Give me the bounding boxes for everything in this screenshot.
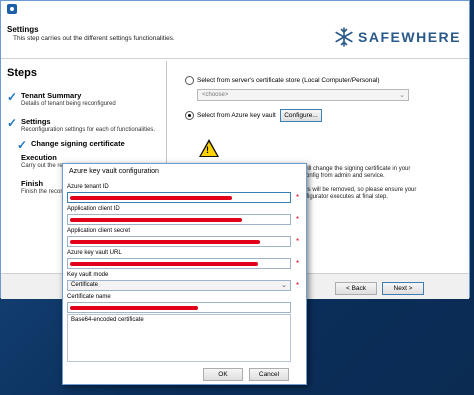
brand: SAFEWHERE bbox=[334, 27, 461, 47]
page-subtitle: This step carries out the different sett… bbox=[13, 35, 175, 42]
step-desc: Details of tenant being reconfigured bbox=[21, 101, 116, 107]
azure-radio[interactable] bbox=[185, 111, 194, 120]
key-vault-mode-label: Key vault mode bbox=[67, 272, 109, 278]
step-desc: Reconfiguration settings for each of fun… bbox=[21, 127, 156, 133]
checkmark-icon: ✓ bbox=[17, 138, 28, 152]
step-name: Tenant Summary bbox=[21, 91, 82, 100]
step-desc: Carry out the re bbox=[21, 163, 63, 169]
key-vault-mode-value: Certificate bbox=[71, 282, 99, 288]
client-id-input[interactable] bbox=[67, 214, 291, 225]
checkmark-icon: ✓ bbox=[7, 90, 18, 104]
warning-text-2: config from admin and service. bbox=[303, 173, 385, 179]
azure-option-label[interactable]: Select from Azure key vault bbox=[197, 112, 276, 119]
configure-button[interactable]: Configure... bbox=[280, 109, 322, 122]
back-button[interactable]: < Back bbox=[335, 282, 377, 295]
warning-text-3: les will be removed, so please ensure yo… bbox=[303, 187, 417, 193]
certificate-name-label: Certificate name bbox=[67, 294, 111, 300]
app-icon bbox=[7, 4, 17, 14]
base64-label: Base64-encoded certificate bbox=[71, 317, 144, 323]
dialog-title: Azure key vault configuration bbox=[69, 168, 159, 175]
azure-key-vault-dialog: Azure key vault configuration Azure tena… bbox=[62, 163, 307, 385]
wizard-header: Settings This step carries out the diffe… bbox=[1, 17, 469, 59]
step-name: Settings bbox=[21, 117, 51, 126]
store-select[interactable]: <choose> ⌄ bbox=[197, 89, 409, 101]
client-secret-input[interactable] bbox=[67, 236, 291, 247]
redaction-mark bbox=[70, 306, 198, 310]
ok-button[interactable]: OK bbox=[203, 368, 243, 381]
cancel-button[interactable]: Cancel bbox=[249, 368, 289, 381]
redaction-mark bbox=[70, 240, 260, 244]
title-bar bbox=[1, 1, 469, 17]
steps-title: Steps bbox=[7, 67, 37, 79]
warning-text-1: will change the signing certificate in y… bbox=[303, 166, 411, 172]
step-name: Execution bbox=[21, 153, 57, 162]
tenant-id-label: Azure tenant ID bbox=[67, 184, 109, 190]
required-marker: * bbox=[296, 259, 300, 268]
key-vault-mode-select[interactable]: Certificate ⌄ bbox=[67, 280, 291, 291]
warning-text-4: nfigurator executes at final step. bbox=[303, 194, 389, 200]
snowflake-logo-icon bbox=[335, 27, 353, 47]
brand-name: SAFEWHERE bbox=[358, 29, 461, 45]
chevron-down-icon: ⌄ bbox=[281, 282, 287, 289]
client-id-label: Application client ID bbox=[67, 206, 120, 212]
checkmark-icon: ✓ bbox=[7, 116, 18, 130]
chevron-down-icon: ⌄ bbox=[399, 92, 405, 99]
store-select-value: <choose> bbox=[202, 92, 229, 98]
certificate-name-input[interactable] bbox=[67, 302, 291, 313]
required-marker: * bbox=[296, 193, 300, 202]
redaction-mark bbox=[70, 218, 242, 222]
tenant-id-input[interactable] bbox=[67, 192, 291, 203]
redaction-mark bbox=[70, 262, 258, 266]
next-button[interactable]: Next > bbox=[382, 282, 424, 295]
required-marker: * bbox=[296, 215, 300, 224]
required-marker: * bbox=[296, 237, 300, 246]
vault-url-input[interactable] bbox=[67, 258, 291, 269]
step-desc: Finish the recor bbox=[21, 189, 63, 195]
page-title: Settings bbox=[7, 25, 39, 34]
store-radio[interactable] bbox=[185, 76, 194, 85]
required-marker: * bbox=[296, 281, 300, 290]
step-name: Finish bbox=[21, 179, 44, 188]
redaction-mark bbox=[70, 196, 232, 200]
step-name: Change signing certificate bbox=[31, 139, 125, 148]
base64-certificate-textarea[interactable]: Base64-encoded certificate bbox=[67, 314, 291, 362]
store-option-label[interactable]: Select from server's certificate store (… bbox=[197, 77, 380, 84]
vault-url-label: Azure key vault URL bbox=[67, 250, 122, 256]
client-secret-label: Application client secret bbox=[67, 228, 131, 234]
